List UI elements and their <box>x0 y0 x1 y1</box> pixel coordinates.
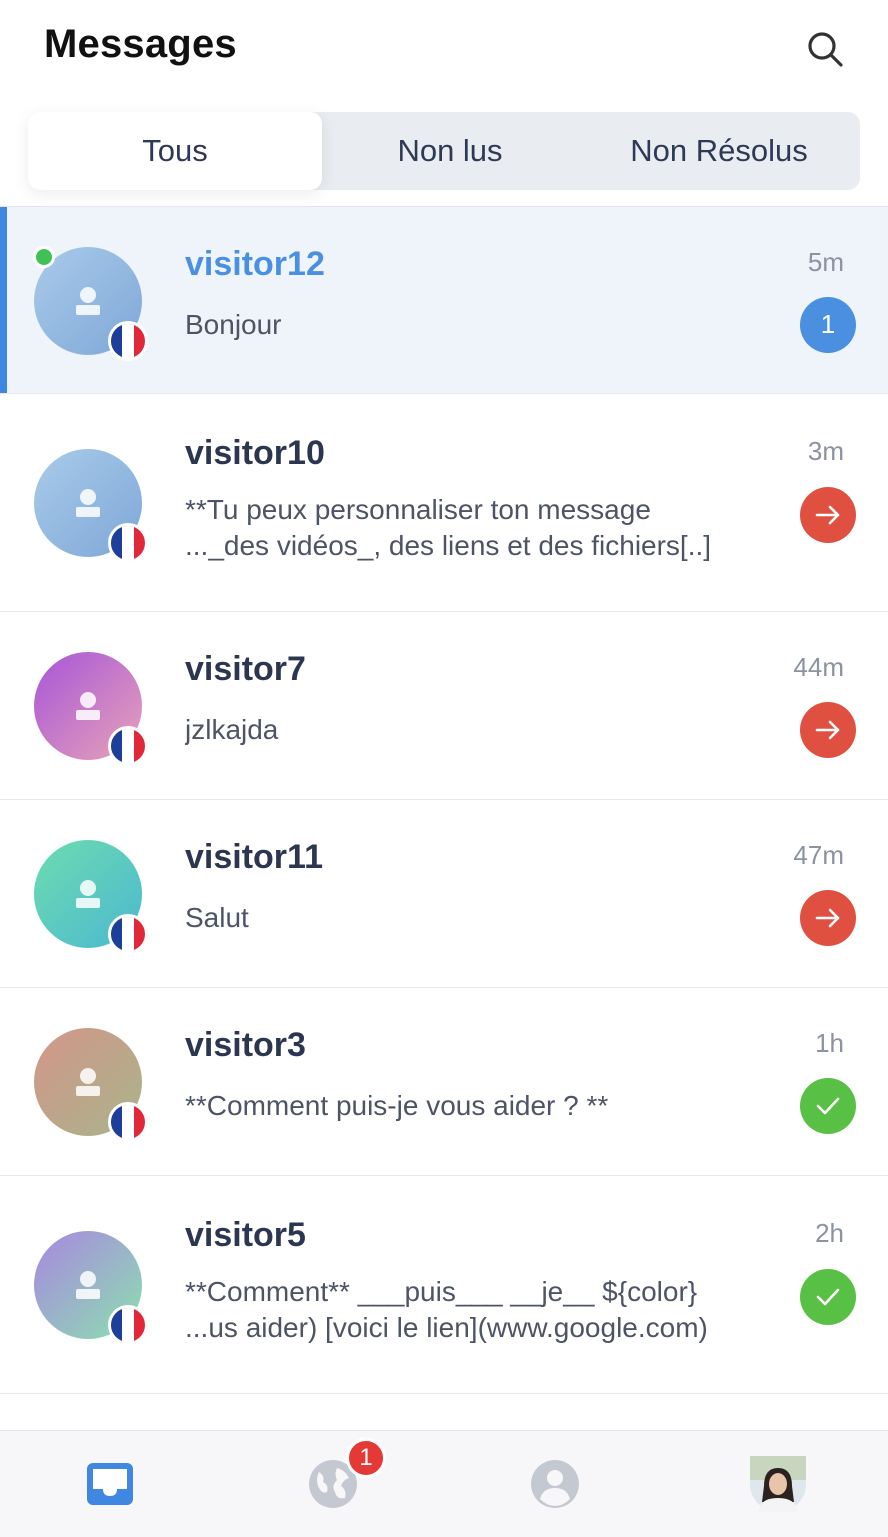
message-time: 47m <box>793 840 844 870</box>
open-conversation-button[interactable] <box>800 487 856 543</box>
arrow-right-icon <box>815 505 840 525</box>
person-icon <box>76 1271 100 1299</box>
message-preview-line: Salut <box>185 902 249 933</box>
visitor-name: visitor7 <box>185 650 306 688</box>
open-conversation-button[interactable] <box>800 702 856 758</box>
visitor-name: visitor3 <box>185 1026 306 1064</box>
selection-indicator <box>0 207 7 393</box>
conversation-row[interactable]: visitor12 Bonjour 5m 1 <box>0 207 888 394</box>
message-preview-line: **Comment** ___puis___ __je__ ${color} <box>185 1276 698 1307</box>
message-time: 3m <box>807 436 844 466</box>
tab-contacts[interactable] <box>505 1431 605 1537</box>
tab-non-resolus[interactable]: Non Résolus <box>578 112 860 190</box>
visitor-name: visitor5 <box>185 1216 306 1254</box>
message-preview-line: Bonjour <box>185 309 282 340</box>
message-preview: jzlkajda <box>185 712 785 748</box>
tab-label: Tous <box>142 133 208 168</box>
message-preview-line: **Comment puis-je vous aider ? ** <box>185 1090 609 1121</box>
france-flag-icon <box>108 726 148 766</box>
france-flag-icon <box>108 523 148 563</box>
message-preview: **Comment** ___puis___ __je__ ${color}..… <box>185 1274 785 1346</box>
tab-profile[interactable] <box>728 1431 828 1537</box>
conversation-row[interactable]: visitor10 **Tu peux personnaliser ton mes… <box>0 394 888 612</box>
message-preview-line: **Tu peux personnaliser ton message <box>185 494 651 525</box>
conversation-row[interactable]: visitor7 jzlkajda 44m <box>0 612 888 800</box>
visitor-name: visitor10 <box>185 434 325 472</box>
profile-avatar <box>750 1456 806 1512</box>
bottom-tab-bar <box>0 1430 888 1537</box>
filter-segmented-control: Tous Non lus Non Résolus <box>28 112 860 190</box>
tab-inbox[interactable] <box>60 1431 160 1537</box>
france-flag-icon <box>108 320 148 361</box>
person-icon <box>76 286 100 315</box>
tab-label: Non Résolus <box>630 133 808 168</box>
arrow-right-icon <box>815 908 840 928</box>
check-icon <box>816 1288 840 1306</box>
france-flag-icon <box>108 1305 148 1345</box>
visitor-name: visitor12 <box>185 245 325 283</box>
contacts-icon <box>531 1460 579 1508</box>
message-preview-line: ..._des vidéos_, des liens et des fichie… <box>185 530 712 561</box>
france-flag-icon <box>108 1102 148 1142</box>
message-preview: **Comment puis-je vous aider ? ** <box>185 1088 785 1124</box>
message-preview: Salut <box>185 900 785 936</box>
message-preview: **Tu peux personnaliser ton message ..._d… <box>185 492 785 564</box>
person-icon <box>76 489 100 517</box>
resolved-status-button[interactable] <box>800 1269 856 1325</box>
search-button[interactable] <box>800 24 850 74</box>
header: Messages <box>0 0 888 100</box>
message-time: 1h <box>815 1028 844 1058</box>
message-preview: Bonjour <box>185 307 785 343</box>
online-indicator <box>33 245 55 268</box>
check-icon <box>816 1097 840 1115</box>
page-title: Messages <box>44 22 237 66</box>
person-icon <box>76 1068 100 1096</box>
tab-label: Non lus <box>397 133 503 168</box>
tab-non-lus[interactable]: Non lus <box>322 112 578 190</box>
notification-badge: 1 <box>346 1438 386 1478</box>
person-icon <box>76 692 100 720</box>
inbox-icon <box>87 1463 133 1505</box>
france-flag-icon <box>108 914 148 954</box>
search-icon <box>808 32 843 67</box>
open-conversation-button[interactable] <box>800 890 856 946</box>
person-icon <box>76 880 100 908</box>
conversation-row[interactable]: visitor3 **Comment puis-je vous aider ? *… <box>0 988 888 1176</box>
conversation-row[interactable]: visitor5 **Comment** ___puis___ __je__ ${… <box>0 1176 888 1394</box>
unread-count-badge[interactable]: 1 <box>800 296 856 353</box>
message-preview-line: jzlkajda <box>185 714 279 745</box>
message-time: 2h <box>815 1218 844 1248</box>
message-time: 44m <box>793 652 844 682</box>
conversation-row[interactable]: visitor11 Salut 47m <box>0 800 888 988</box>
resolved-status-button[interactable] <box>800 1078 856 1134</box>
tab-tous[interactable]: Tous <box>28 112 322 190</box>
visitor-name: visitor11 <box>185 838 323 876</box>
message-preview-line: ...us aider) [voici le lien](www.google.… <box>185 1312 708 1343</box>
message-time: 5m <box>807 247 844 277</box>
arrow-right-icon <box>815 720 840 740</box>
